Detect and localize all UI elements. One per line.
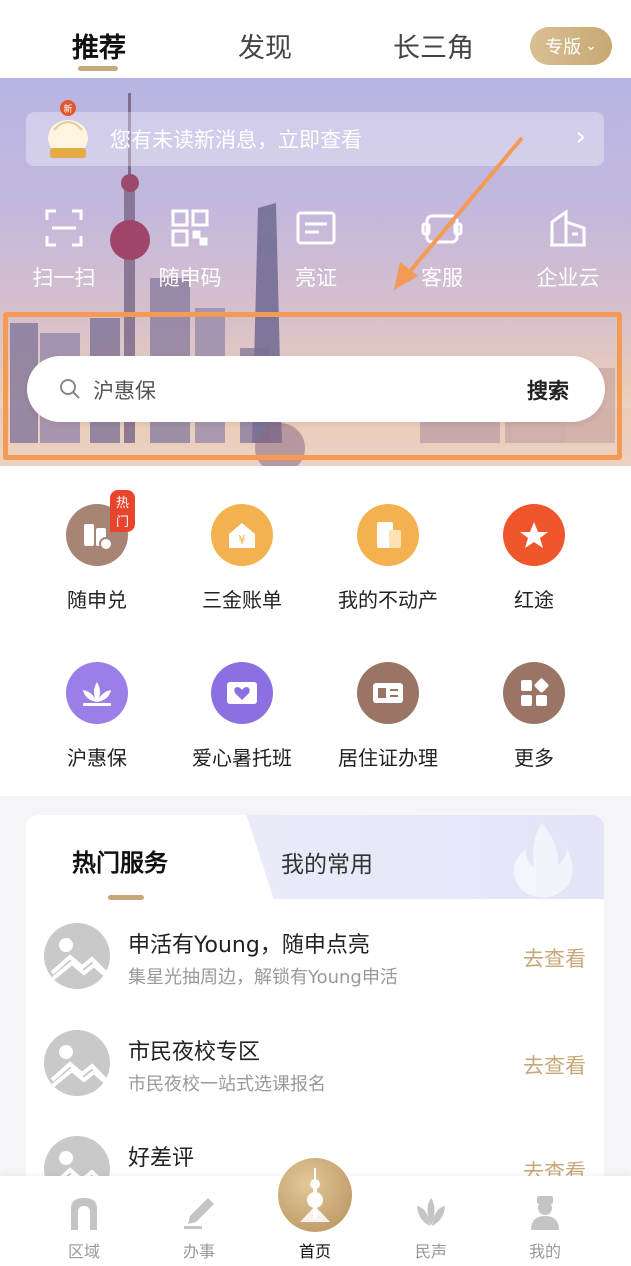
grid-item-more[interactable]: 更多 [464, 662, 604, 771]
home-tower-icon [300, 1168, 330, 1222]
mascot-badge: 新 [63, 103, 72, 115]
edition-button[interactable]: 专版 ⌄ [530, 27, 612, 65]
bottom-navigation: 区域 办事 首页 民声 我的 [0, 1158, 631, 1266]
heart-class-icon [211, 662, 273, 724]
svg-text:¥: ¥ [238, 533, 246, 547]
quick-action-label: 企业云 [536, 266, 600, 290]
nav-label: 我的 [528, 1242, 561, 1261]
tab-discover[interactable]: 发现 [238, 26, 292, 65]
grid-item-label: 更多 [514, 746, 554, 770]
nav-affairs[interactable]: 办事 [159, 1194, 239, 1262]
flame-icon [513, 823, 573, 898]
nav-home-label: 首页 [298, 1242, 331, 1261]
magnolia-icon [417, 1198, 445, 1226]
message-text: 您有未读新消息，立即查看 [110, 128, 362, 152]
quick-action-qr[interactable]: 随申码 [140, 208, 240, 298]
image-placeholder-icon [44, 1030, 110, 1096]
grid-item-label: 沪惠保 [67, 746, 127, 770]
quick-action-label: 亮证 [295, 266, 337, 290]
grid-item-three-funds-bill[interactable]: ¥ 三金账单 [172, 504, 312, 613]
scan-icon [45, 209, 83, 247]
list-item-subtitle: 市民夜校一站式选课报名 [128, 1074, 326, 1095]
nav-region[interactable]: 区域 [44, 1194, 124, 1262]
quick-action-enterprise[interactable]: 企业云 [518, 208, 618, 298]
edition-label: 专版 [545, 37, 582, 58]
id-card-icon [296, 211, 336, 245]
top-tab-bar: 推荐 发现 长三角 专版 ⌄ [0, 0, 631, 78]
nav-mine[interactable]: 我的 [505, 1194, 585, 1262]
view-button[interactable]: 去查看 [523, 1050, 586, 1080]
quick-action-label: 扫一扫 [32, 266, 96, 290]
tab-hot-services[interactable]: 热门服务 [72, 843, 168, 878]
nav-label: 民声 [414, 1242, 447, 1261]
money-house-icon: ¥ [211, 504, 273, 566]
list-item[interactable]: 市民夜校专区 市民夜校一站式选课报名 去查看 [26, 1030, 604, 1130]
chevron-right-icon: › [575, 122, 586, 152]
tab-yangtze-delta[interactable]: 长三角 [393, 26, 474, 65]
grid-item-red-route[interactable]: 红途 [464, 504, 604, 613]
list-item-title: 申活有Young，随申点亮 [128, 933, 370, 958]
list-item-title: 市民夜校专区 [128, 1040, 261, 1065]
nav-public-voice[interactable]: 民声 [391, 1194, 471, 1262]
active-tab-indicator [108, 895, 144, 900]
nav-label: 区域 [67, 1242, 100, 1261]
nav-home[interactable] [278, 1158, 352, 1232]
grid-item-label: 随申兑 [67, 588, 127, 612]
quick-action-service[interactable]: 客服 [392, 208, 492, 298]
quick-action-label: 客服 [421, 266, 463, 290]
exchange-bill-icon: 热门 [66, 490, 136, 566]
grid-item-residence-permit[interactable]: 居住证办理 [318, 662, 458, 771]
active-tab-indicator [78, 66, 118, 71]
profile-icon [531, 1196, 559, 1230]
enterprise-building-icon [550, 209, 586, 247]
grid-item-label: 我的不动产 [338, 588, 438, 612]
grid-item-label: 居住证办理 [338, 746, 438, 770]
services-card: 热门服务 我的常用 申活有Young，随申点亮 集星光抽周边，解锁有Young申… [26, 815, 604, 1215]
grid-item-label: 爱心暑托班 [192, 746, 292, 770]
grid-item-label: 红途 [514, 588, 554, 612]
chevron-down-icon: ⌄ [585, 38, 597, 54]
list-item-title: 好差评 [128, 1146, 195, 1171]
grid-item-summer-care-class[interactable]: 爱心暑托班 [172, 662, 312, 771]
more-apps-icon [503, 662, 565, 724]
qr-code-icon [171, 209, 209, 247]
grid-item-huhuibao[interactable]: 沪惠保 [27, 662, 167, 771]
mascot-icon: 新 [48, 100, 88, 158]
grid-item-my-property[interactable]: 我的不动产 [318, 504, 458, 613]
tab-recommend[interactable]: 推荐 [72, 26, 126, 65]
view-button[interactable]: 去查看 [523, 943, 586, 973]
pen-icon [184, 1198, 214, 1229]
quick-action-scan[interactable]: 扫一扫 [14, 208, 114, 298]
grid-item-label: 三金账单 [202, 588, 282, 612]
residence-card-icon [357, 662, 419, 724]
hot-badge: 热门 [110, 490, 136, 532]
quick-action-show-id[interactable]: 亮证 [266, 208, 366, 298]
service-grid: 热门 随申兑 ¥ 三金账单 我的不动产 红途 沪惠保 爱心暑托班 居住证办理 更… [0, 466, 631, 796]
list-item-subtitle: 集星光抽周边，解锁有Young申活 [128, 967, 398, 988]
image-placeholder-icon [44, 923, 110, 989]
grid-item-suishendui[interactable]: 热门 随申兑 [27, 490, 167, 613]
unread-message-bar[interactable]: 新 您有未读新消息，立即查看 › [26, 100, 604, 166]
property-document-icon [357, 504, 419, 566]
lotus-icon [66, 662, 128, 724]
customer-service-icon [421, 214, 463, 244]
quick-action-label: 随申码 [158, 266, 222, 290]
tab-my-frequent[interactable]: 我的常用 [281, 845, 373, 879]
annotation-highlight-box [3, 312, 622, 460]
red-route-icon [503, 504, 565, 566]
services-tab-bar: 热门服务 我的常用 [26, 815, 604, 900]
list-item[interactable]: 申活有Young，随申点亮 集星光抽周边，解锁有Young申活 去查看 [26, 923, 604, 1023]
nav-label: 办事 [182, 1242, 215, 1261]
region-icon [71, 1198, 97, 1230]
